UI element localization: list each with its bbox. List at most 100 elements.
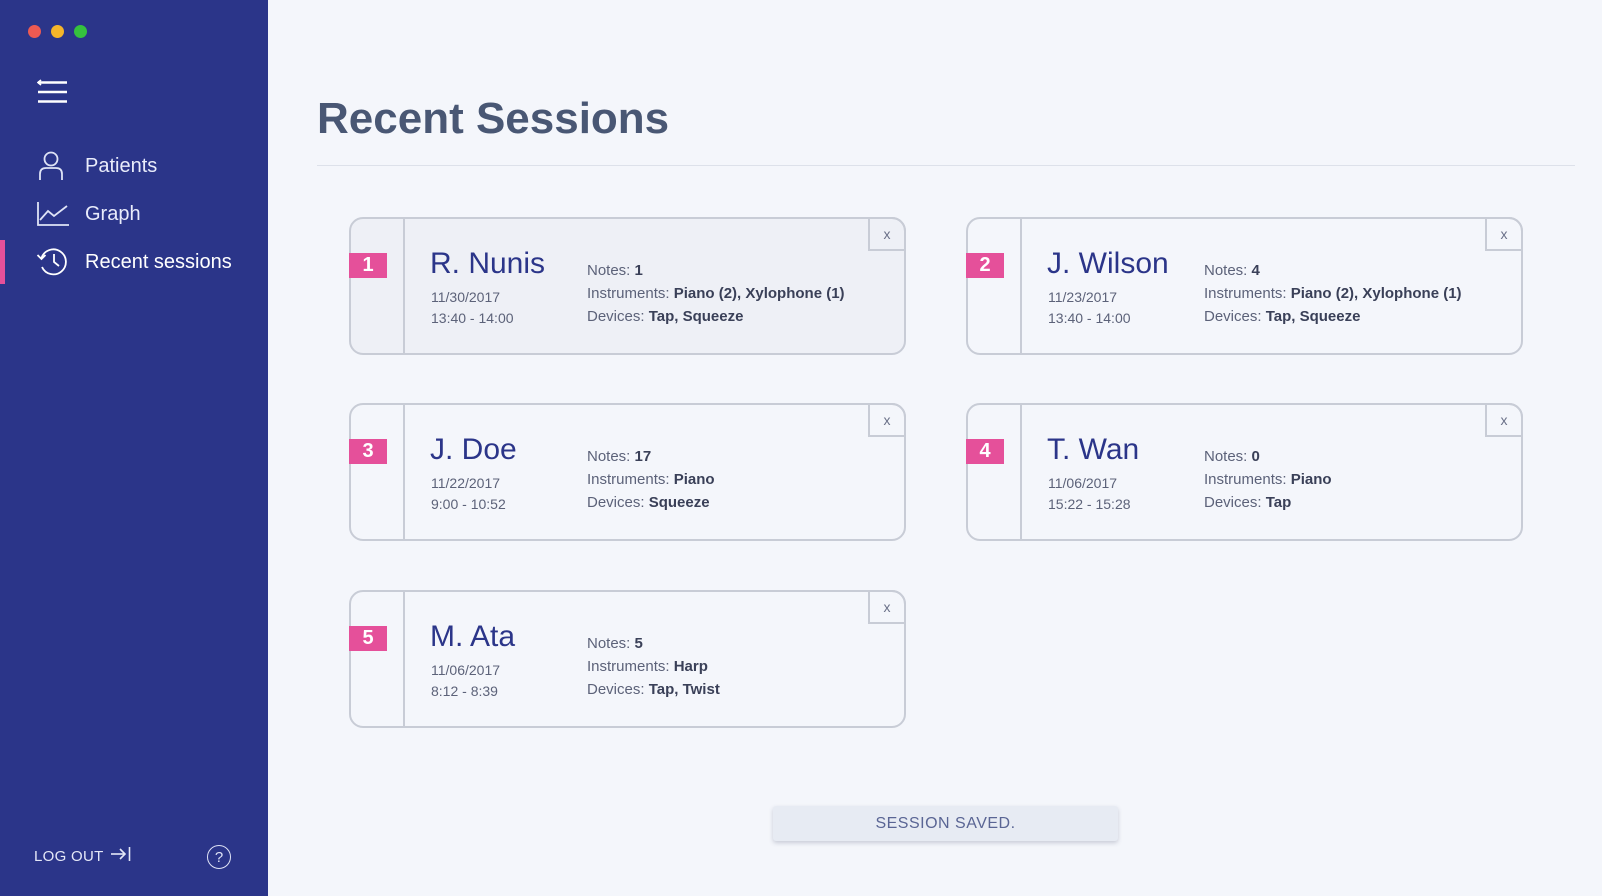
patient-name: J. Wilson [1047, 247, 1169, 280]
devices-row: Devices: Tap [1204, 491, 1332, 514]
instruments-row: Instruments: Harp [587, 655, 720, 678]
instruments-label: Instruments: [587, 658, 670, 675]
instruments-row: Instruments: Piano (2), Xylophone (1) [1204, 282, 1462, 305]
devices-label: Devices: [1204, 494, 1262, 511]
session-number-badge: 3 [349, 439, 387, 464]
devices-value: Tap [1265, 494, 1292, 511]
session-number-badge: 2 [966, 253, 1004, 278]
person-icon [36, 150, 72, 182]
window-controls [28, 25, 87, 38]
sidebar-item-label: Graph [85, 202, 141, 225]
devices-row: Devices: Squeeze [587, 491, 715, 514]
instruments-label: Instruments: [1204, 285, 1287, 302]
session-time: 15:22 - 15:28 [1048, 496, 1131, 512]
notes-value: 17 [634, 448, 652, 465]
window-zoom-button[interactable] [74, 25, 87, 38]
title-divider [317, 165, 1575, 166]
session-number-badge: 5 [349, 626, 387, 651]
close-session-button[interactable]: x [868, 217, 906, 251]
logout-button[interactable]: LOG OUT [34, 846, 132, 866]
devices-value: Tap, Twist [648, 681, 720, 698]
session-card-4[interactable]: 4 x T. Wan 11/06/2017 15:22 - 15:28 Note… [966, 403, 1523, 541]
instruments-value: Piano (2), Xylophone (1) [673, 285, 845, 302]
sidebar-item-recent-sessions[interactable]: Recent sessions [0, 238, 268, 286]
devices-row: Devices: Tap, Squeeze [1204, 305, 1462, 328]
card-divider [1020, 405, 1022, 539]
sidebar-item-label: Recent sessions [85, 250, 232, 273]
devices-label: Devices: [587, 681, 645, 698]
session-card-2[interactable]: 2 x J. Wilson 11/23/2017 13:40 - 14:00 N… [966, 217, 1523, 355]
logout-arrow-icon [110, 846, 132, 866]
devices-value: Tap, Squeeze [1265, 308, 1361, 325]
session-number-badge: 4 [966, 439, 1004, 464]
instruments-label: Instruments: [587, 471, 670, 488]
devices-row: Devices: Tap, Twist [587, 678, 720, 701]
session-card-5[interactable]: 5 x M. Ata 11/06/2017 8:12 - 8:39 Notes:… [349, 590, 906, 728]
card-divider [403, 405, 405, 539]
session-details: Notes: 1 Instruments: Piano (2), Xylopho… [587, 259, 845, 328]
card-divider [403, 219, 405, 353]
notes-row: Notes: 1 [587, 259, 845, 282]
instruments-row: Instruments: Piano [1204, 468, 1332, 491]
instruments-label: Instruments: [587, 285, 670, 302]
session-date: 11/22/2017 [431, 475, 501, 491]
logout-label: LOG OUT [34, 847, 104, 865]
session-card-1[interactable]: 1 x R. Nunis 11/30/2017 13:40 - 14:00 No… [349, 217, 906, 355]
session-details: Notes: 0 Instruments: Piano Devices: Tap [1204, 445, 1332, 514]
notes-value: 5 [634, 635, 643, 652]
devices-value: Tap, Squeeze [648, 308, 744, 325]
devices-label: Devices: [587, 308, 645, 325]
patient-name: J. Doe [430, 433, 517, 466]
sidebar-item-label: Patients [85, 154, 158, 177]
sidebar: Patients Graph Recent sessions LOG OUT ? [0, 0, 268, 896]
close-session-button[interactable]: x [868, 403, 906, 437]
instruments-row: Instruments: Piano (2), Xylophone (1) [587, 282, 845, 305]
instruments-row: Instruments: Piano [587, 468, 715, 491]
instruments-label: Instruments: [1204, 471, 1287, 488]
card-divider [403, 592, 405, 726]
help-button[interactable]: ? [207, 845, 231, 869]
close-session-button[interactable]: x [1485, 403, 1523, 437]
notes-value: 4 [1251, 262, 1260, 279]
card-divider [1020, 219, 1022, 353]
sidebar-item-graph[interactable]: Graph [0, 190, 268, 238]
page-title: Recent Sessions [317, 94, 670, 143]
notes-label: Notes: [587, 635, 631, 652]
session-time: 8:12 - 8:39 [431, 683, 498, 699]
notes-row: Notes: 0 [1204, 445, 1332, 468]
session-time: 13:40 - 14:00 [1048, 310, 1131, 326]
sidebar-item-patients[interactable]: Patients [0, 142, 268, 190]
session-number-badge: 1 [349, 253, 387, 278]
line-chart-icon [36, 198, 72, 230]
hamburger-menu-icon[interactable] [36, 78, 69, 106]
session-date: 11/06/2017 [431, 662, 501, 678]
session-saved-toast: SESSION SAVED. [773, 806, 1118, 841]
session-details: Notes: 4 Instruments: Piano (2), Xylopho… [1204, 259, 1462, 328]
patient-name: T. Wan [1047, 433, 1140, 466]
notes-label: Notes: [1204, 448, 1248, 465]
session-date: 11/30/2017 [431, 289, 501, 305]
session-date: 11/23/2017 [1048, 289, 1118, 305]
devices-label: Devices: [587, 494, 645, 511]
session-details: Notes: 5 Instruments: Harp Devices: Tap,… [587, 632, 720, 701]
history-clock-icon [36, 246, 72, 278]
notes-value: 1 [634, 262, 643, 279]
notes-label: Notes: [587, 448, 631, 465]
session-card-3[interactable]: 3 x J. Doe 11/22/2017 9:00 - 10:52 Notes… [349, 403, 906, 541]
notes-row: Notes: 17 [587, 445, 715, 468]
window-minimize-button[interactable] [51, 25, 64, 38]
window-close-button[interactable] [28, 25, 41, 38]
devices-value: Squeeze [648, 494, 710, 511]
session-details: Notes: 17 Instruments: Piano Devices: Sq… [587, 445, 715, 514]
help-icon: ? [214, 848, 224, 866]
close-session-button[interactable]: x [868, 590, 906, 624]
notes-label: Notes: [1204, 262, 1248, 279]
session-time: 9:00 - 10:52 [431, 496, 506, 512]
session-date: 11/06/2017 [1048, 475, 1118, 491]
session-time: 13:40 - 14:00 [431, 310, 514, 326]
notes-row: Notes: 4 [1204, 259, 1462, 282]
close-session-button[interactable]: x [1485, 217, 1523, 251]
instruments-value: Harp [673, 658, 708, 675]
notes-label: Notes: [587, 262, 631, 279]
sidebar-nav: Patients Graph Recent sessions [0, 142, 268, 286]
